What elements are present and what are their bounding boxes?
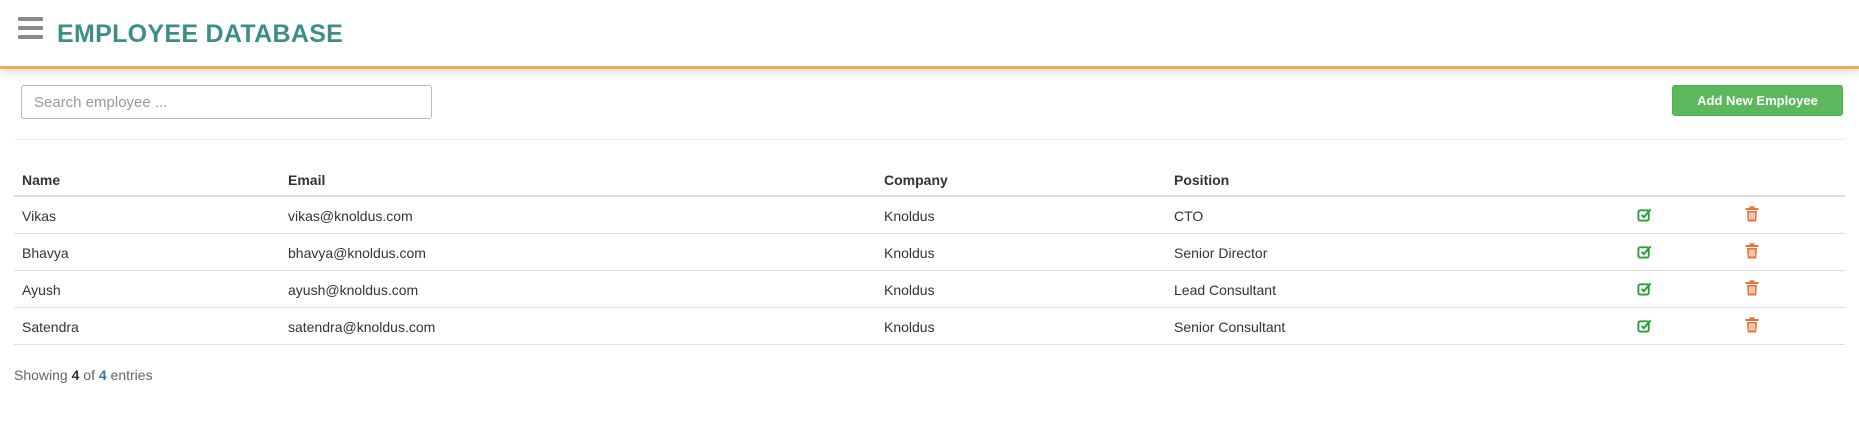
- column-header-position: Position: [1174, 172, 1230, 188]
- search-input[interactable]: [21, 85, 432, 119]
- showing-label: Showing: [14, 367, 68, 383]
- cell-company: Knoldus: [884, 319, 935, 335]
- cell-position: Senior Director: [1174, 245, 1268, 261]
- trash-icon[interactable]: [1745, 280, 1759, 296]
- table-header-row: Name Email Company Position: [14, 163, 1845, 197]
- trash-icon[interactable]: [1745, 317, 1759, 333]
- of-label: of: [83, 367, 95, 383]
- edit-icon[interactable]: [1637, 244, 1652, 259]
- employee-table: Name Email Company Position Vikas vikas@…: [14, 163, 1845, 345]
- hamburger-bar: [18, 17, 43, 21]
- cell-name: Vikas: [22, 208, 56, 224]
- trash-icon[interactable]: [1745, 243, 1759, 259]
- page-title: EMPLOYEE DATABASE: [57, 20, 344, 48]
- shown-count: 4: [71, 367, 80, 383]
- table-row: Vikas vikas@knoldus.com Knoldus CTO: [14, 197, 1845, 234]
- table-row: Satendra satendra@knoldus.com Knoldus Se…: [14, 308, 1845, 345]
- edit-icon[interactable]: [1637, 281, 1652, 296]
- add-new-employee-button[interactable]: Add New Employee: [1672, 85, 1843, 116]
- divider: [14, 139, 1845, 140]
- cell-name: Bhavya: [22, 245, 69, 261]
- edit-icon[interactable]: [1637, 207, 1652, 222]
- column-header-name: Name: [22, 172, 61, 188]
- cell-position: CTO: [1174, 208, 1204, 224]
- hamburger-bar: [18, 35, 43, 39]
- cell-company: Knoldus: [884, 208, 935, 224]
- trash-icon[interactable]: [1745, 206, 1759, 222]
- cell-name: Satendra: [22, 319, 79, 335]
- table-row: Ayush ayush@knoldus.com Knoldus Lead Con…: [14, 271, 1845, 308]
- cell-position: Lead Consultant: [1174, 282, 1276, 298]
- cell-email: satendra@knoldus.com: [288, 319, 436, 335]
- cell-email: vikas@knoldus.com: [288, 208, 413, 224]
- table-row: Bhavya bhavya@knoldus.com Knoldus Senior…: [14, 234, 1845, 271]
- pagination-info: Showing 4 of 4 entries: [14, 367, 153, 383]
- cell-position: Senior Consultant: [1174, 319, 1286, 335]
- app-header: EMPLOYEE DATABASE: [0, 0, 1859, 69]
- hamburger-bar: [18, 26, 43, 30]
- cell-name: Ayush: [22, 282, 61, 298]
- hamburger-icon[interactable]: [18, 17, 43, 41]
- cell-email: bhavya@knoldus.com: [288, 245, 426, 261]
- entries-label: entries: [110, 367, 153, 383]
- column-header-company: Company: [884, 172, 948, 188]
- column-header-email: Email: [288, 172, 326, 188]
- cell-company: Knoldus: [884, 282, 935, 298]
- cell-company: Knoldus: [884, 245, 935, 261]
- cell-email: ayush@knoldus.com: [288, 282, 419, 298]
- edit-icon[interactable]: [1637, 318, 1652, 333]
- total-count: 4: [98, 367, 107, 383]
